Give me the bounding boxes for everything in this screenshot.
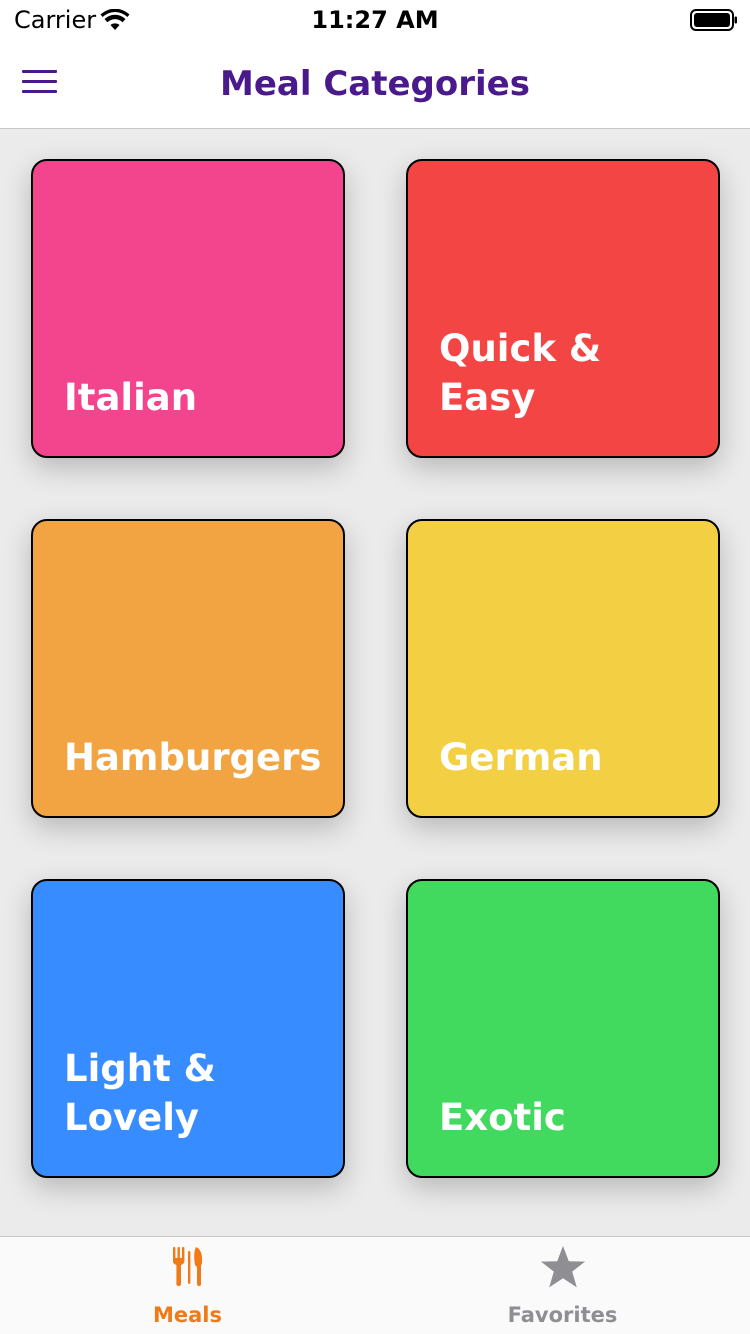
- category-grid: Italian Quick & Easy Hamburgers German L…: [0, 129, 750, 1236]
- category-label: Italian: [64, 376, 198, 419]
- category-tile-quick-easy[interactable]: Quick & Easy: [406, 159, 720, 458]
- battery-icon: [690, 9, 737, 31]
- tab-meals[interactable]: Meals: [0, 1237, 375, 1334]
- category-label: Exotic: [439, 1096, 566, 1139]
- tab-label: Favorites: [507, 1303, 618, 1327]
- tab-favorites[interactable]: Favorites: [375, 1237, 750, 1334]
- category-tile-italian[interactable]: Italian: [31, 159, 345, 458]
- category-tile-hamburgers[interactable]: Hamburgers: [31, 519, 345, 818]
- category-label: Hamburgers: [64, 736, 322, 779]
- tab-label: Meals: [152, 1303, 222, 1327]
- star-icon: [540, 1246, 585, 1288]
- category-tile-light-lovely[interactable]: Light & Lovely: [31, 879, 345, 1178]
- tab-bar: Meals Favorites: [0, 1236, 750, 1334]
- category-label: Quick & Easy: [439, 327, 602, 419]
- status-time: 11:27 AM: [311, 6, 439, 34]
- app-screen: Carrier 11:27 AM Meal Categories Italian…: [0, 0, 750, 1334]
- navigation-bar: Meal Categories: [0, 40, 750, 129]
- page-title: Meal Categories: [220, 64, 530, 104]
- category-tile-exotic[interactable]: Exotic: [406, 879, 720, 1178]
- category-tile-german[interactable]: German: [406, 519, 720, 818]
- fork-knife-icon: [172, 1247, 202, 1286]
- category-label: German: [439, 736, 603, 779]
- status-bar: Carrier 11:27 AM: [0, 0, 750, 40]
- category-label: Light & Lovely: [64, 1047, 216, 1139]
